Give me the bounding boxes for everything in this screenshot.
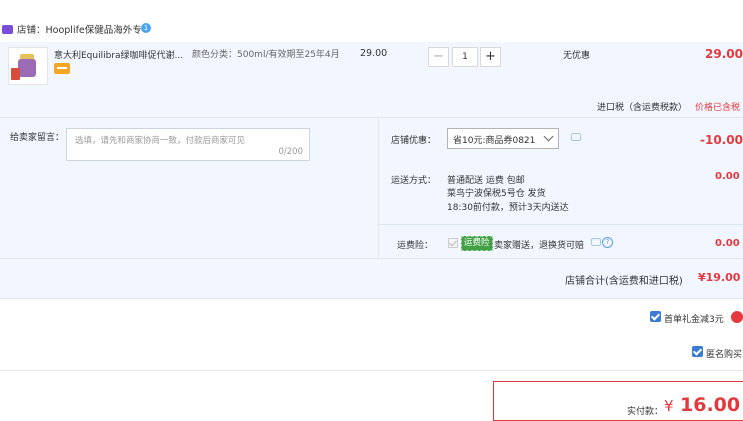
help-icon[interactable]: ? xyxy=(602,237,613,248)
qty-minus-button[interactable]: − xyxy=(428,47,449,67)
message-placeholder: 选填，请先和商家协商一致，付款后商家可见 xyxy=(75,136,246,146)
product-sku: 颜色分类：500ml/有效期至25年4月 xyxy=(192,50,340,60)
chevron-down-icon xyxy=(543,131,554,142)
payment-label: 实付款： xyxy=(627,407,664,417)
flame-icon xyxy=(731,311,743,323)
insurance-amount: 0.00 xyxy=(715,238,740,249)
shipping-warehouse: 菜鸟宁波保税5号仓 发货 xyxy=(447,189,546,199)
insurance-checkbox[interactable] xyxy=(448,238,458,248)
gift-label[interactable]: 首单礼金减3元 xyxy=(664,312,724,325)
coupon-select[interactable]: 省10元:商品券0821 xyxy=(447,128,559,149)
divider xyxy=(0,258,743,259)
tax-label: 进口税（含运费税款） xyxy=(597,103,688,113)
shipping-amount: 0.00 xyxy=(715,171,740,182)
product-title[interactable]: 意大利Equilibra绿咖啡促代谢... xyxy=(54,48,184,61)
promotion-text: 无优惠 xyxy=(563,51,591,61)
insurance-text: 卖家赠送，退换货可赔 xyxy=(494,241,585,251)
shipping-eta: 18:30前付款，预计3天内送达 xyxy=(447,203,569,213)
gift-checkbox[interactable] xyxy=(650,311,661,322)
coupon-label: 店铺优惠： xyxy=(391,136,437,146)
anonymous-checkbox[interactable] xyxy=(692,346,703,357)
payment-amount: 16.00 xyxy=(680,394,741,416)
shop-total-value: ¥19.00 xyxy=(698,271,741,284)
seller-message-input[interactable]: 选填，请先和商家协商一致，付款后商家可见 0/200 xyxy=(66,128,310,161)
coupon-selected: 省10元:商品券0821 xyxy=(453,136,536,146)
product-total: 29.00 xyxy=(705,47,743,61)
chat-icon[interactable] xyxy=(571,133,581,141)
payment-currency: ¥ xyxy=(664,397,674,415)
shop-icon xyxy=(2,25,13,34)
unit-price: 29.00 xyxy=(360,48,388,59)
insurance-tag: 运费险 xyxy=(461,236,493,251)
coupon-amount: -10.00 xyxy=(700,133,743,147)
divider xyxy=(379,224,743,225)
anonymous-label[interactable]: 匿名购买 xyxy=(706,347,742,360)
insurance-label: 运费险： xyxy=(397,241,434,251)
qty-input[interactable]: 1 xyxy=(452,47,478,67)
product-image[interactable] xyxy=(8,47,48,85)
chat-icon[interactable] xyxy=(591,238,601,246)
shipping-label: 运送方式： xyxy=(391,176,437,186)
shop-total-label: 店铺合计(含运费和进口税) xyxy=(565,276,683,287)
divider xyxy=(378,118,379,258)
message-label: 给卖家留言： xyxy=(10,133,65,143)
divider xyxy=(0,370,743,371)
card-icon xyxy=(54,63,70,74)
shipping-method: 普通配送 运费 包邮 xyxy=(447,176,525,186)
shop-badge-icon[interactable]: 1 xyxy=(141,23,151,33)
tax-status: 价格已含税 xyxy=(695,103,741,113)
message-counter: 0/200 xyxy=(278,147,304,157)
qty-plus-button[interactable]: + xyxy=(480,47,501,67)
shop-name[interactable]: 店铺：Hooplife保健品海外专 xyxy=(17,22,142,36)
